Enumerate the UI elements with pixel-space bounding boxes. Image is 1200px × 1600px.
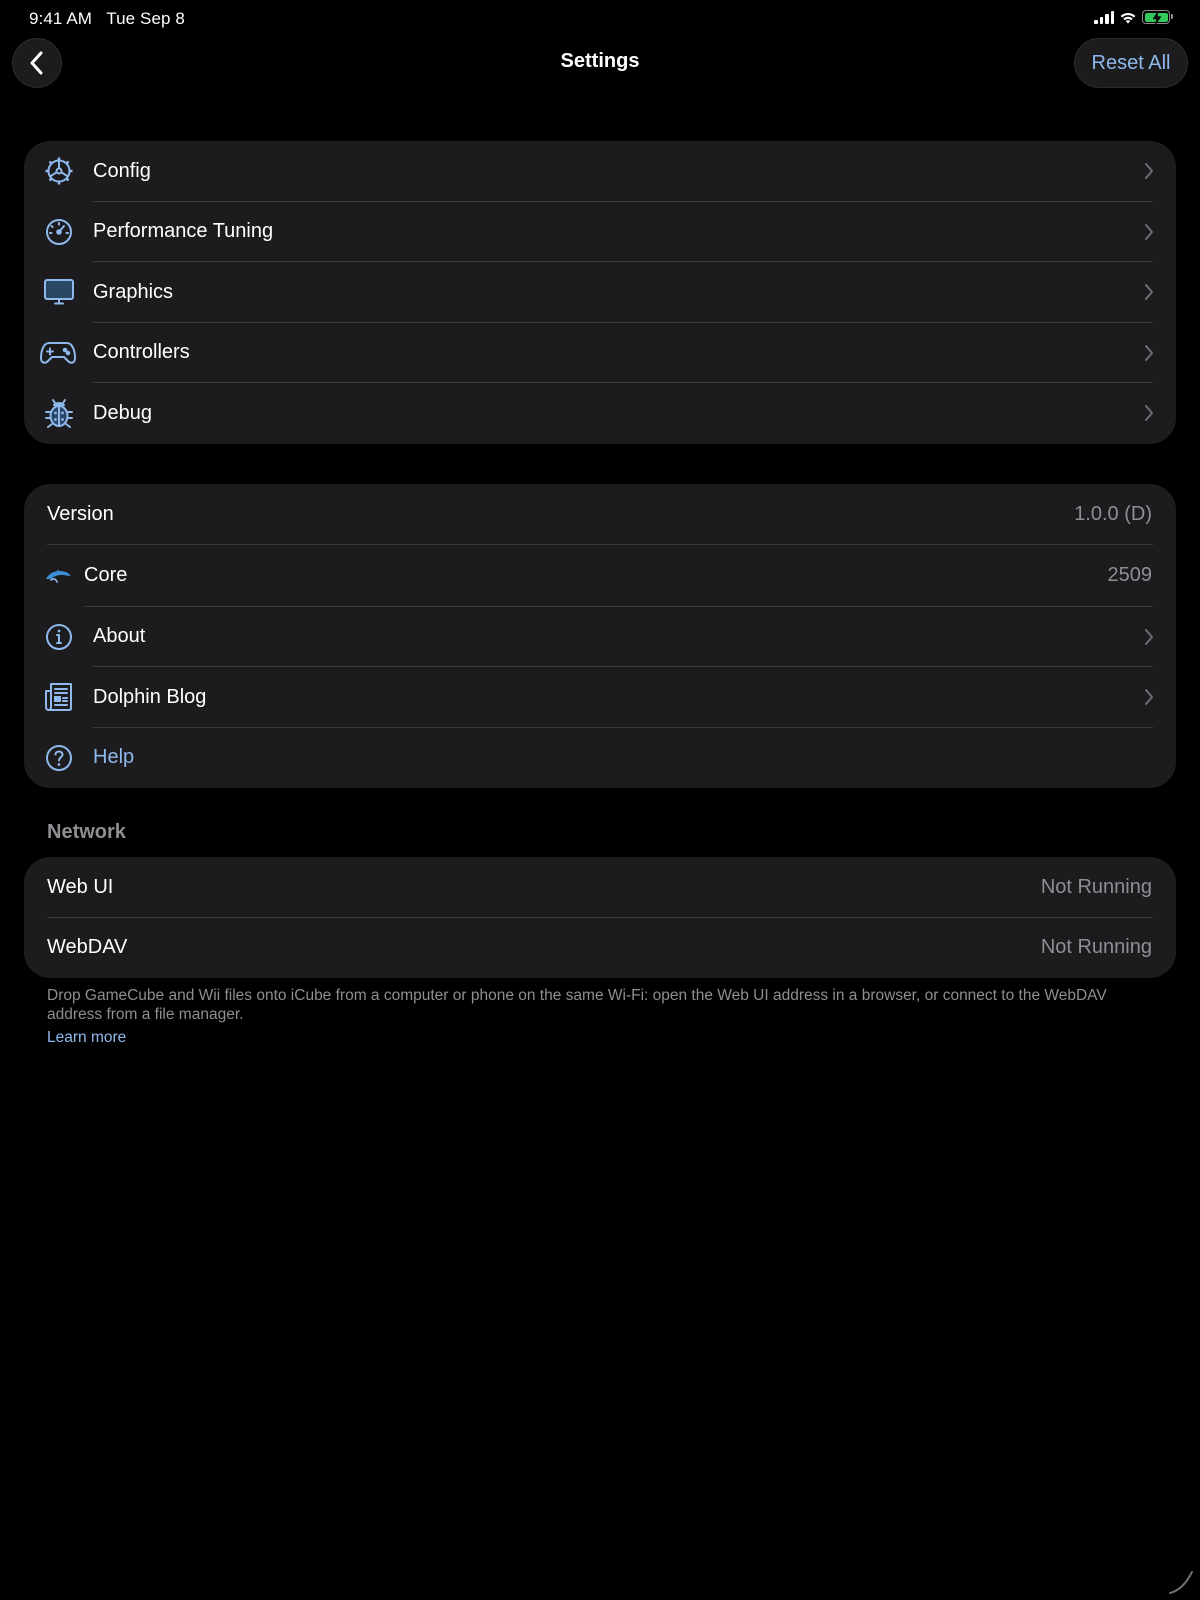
dolphin-icon xyxy=(44,559,72,593)
about-row[interactable]: About xyxy=(24,607,1176,667)
webdav-label: WebDAV xyxy=(47,936,128,959)
resize-corner-icon xyxy=(1169,1571,1193,1594)
web-ui-label: Web UI xyxy=(47,875,114,898)
settings-item-graphics[interactable]: Graphics xyxy=(24,262,1176,323)
learn-more-link[interactable]: Learn more xyxy=(47,1029,126,1047)
settings-item-label: Config xyxy=(93,159,151,182)
dolphin-blog-row[interactable]: Dolphin Blog xyxy=(24,667,1176,728)
gamepad-icon xyxy=(39,336,77,370)
settings-item-controllers[interactable]: Controllers xyxy=(24,323,1176,383)
chevron-right-icon xyxy=(1145,405,1153,422)
version-value: 1.0.0 (D) xyxy=(1074,502,1152,525)
network-section-header: Network xyxy=(47,821,126,843)
about-label: About xyxy=(93,625,146,648)
chevron-right-icon xyxy=(1145,344,1153,361)
status-icons xyxy=(1094,10,1173,25)
webdav-row[interactable]: WebDAV Not Running xyxy=(24,918,1176,979)
cellular-signal-icon xyxy=(1094,10,1114,24)
webdav-status: Not Running xyxy=(1040,936,1152,959)
dolphin-blog-label: Dolphin Blog xyxy=(93,685,207,708)
settings-item-performance-tuning[interactable]: Performance Tuning xyxy=(24,202,1176,262)
chevron-right-icon xyxy=(1145,223,1153,240)
newspaper-icon xyxy=(42,680,76,714)
gear-steering-icon xyxy=(42,154,76,188)
settings-item-label: Controllers xyxy=(93,341,190,364)
question-circle-icon xyxy=(42,741,76,775)
settings-item-debug[interactable]: Debug xyxy=(24,383,1176,444)
version-label: Version xyxy=(47,502,114,525)
display-icon xyxy=(42,275,76,309)
core-label: Core xyxy=(84,564,128,586)
speedometer-icon xyxy=(42,215,76,249)
info-circle-icon xyxy=(42,620,76,654)
info-group: Version 1.0.0 (D) Core 2509 About Dolphi… xyxy=(24,484,1176,788)
chevron-right-icon xyxy=(1145,628,1153,645)
chevron-right-icon xyxy=(1145,689,1153,706)
reset-all-button[interactable]: Reset All xyxy=(1074,38,1188,88)
status-bar: 9:41 AM Tue Sep 8 xyxy=(0,0,1200,36)
chevron-right-icon xyxy=(1145,284,1153,301)
network-footer-text: Drop GameCube and Wii files onto iCube f… xyxy=(47,987,1107,1023)
status-time-date: 9:41 AM Tue Sep 8 xyxy=(29,9,185,28)
settings-item-label: Performance Tuning xyxy=(93,220,274,243)
settings-group: Config Performance Tuning Graphics Contr… xyxy=(24,141,1176,444)
network-group: Web UI Not Running WebDAV Not Running xyxy=(24,857,1176,978)
wifi-icon xyxy=(1120,12,1136,24)
settings-item-label: Graphics xyxy=(93,280,174,303)
battery-charging-icon xyxy=(1142,10,1173,25)
ladybug-icon xyxy=(42,396,76,430)
core-row: Core 2509 xyxy=(24,545,1176,607)
settings-item-label: Debug xyxy=(93,401,152,424)
settings-item-config[interactable]: Config xyxy=(24,141,1176,202)
web-ui-row[interactable]: Web UI Not Running xyxy=(24,857,1176,918)
help-row[interactable]: Help xyxy=(24,728,1176,789)
web-ui-status: Not Running xyxy=(1040,875,1152,898)
version-row: Version 1.0.0 (D) xyxy=(24,484,1176,545)
page-title: Settings xyxy=(560,50,640,72)
help-label: Help xyxy=(93,746,135,769)
chevron-right-icon xyxy=(1145,163,1153,180)
core-value: 2509 xyxy=(1107,564,1153,586)
